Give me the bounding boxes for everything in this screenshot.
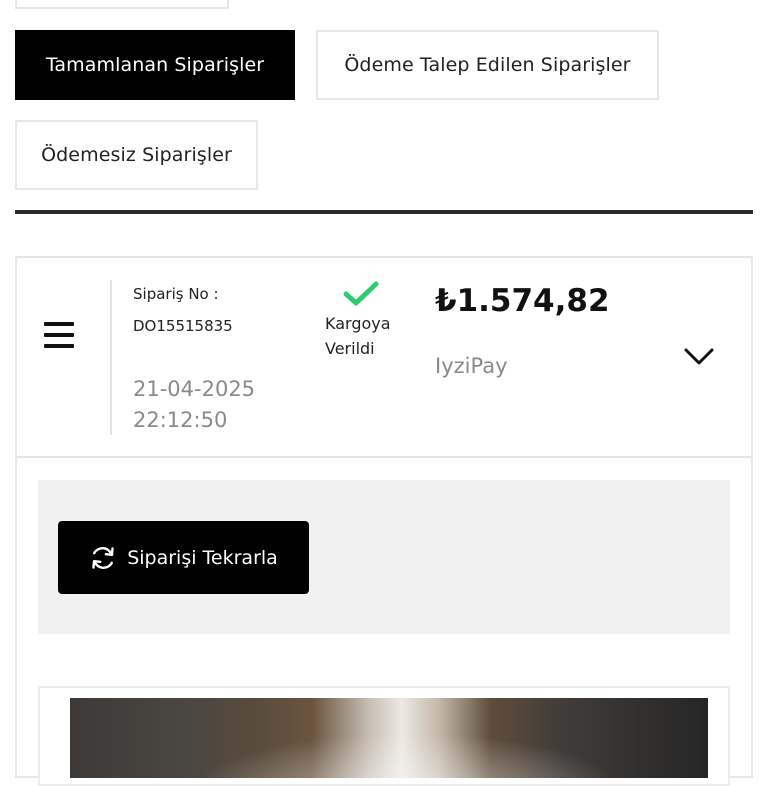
previous-tab-edge [15,0,229,9]
order-time: 22:12:50 [133,408,228,432]
tab-completed-orders-label: Tamamlanan Siparişler [45,54,265,76]
order-amount: ₺1.574,82 [435,283,610,319]
menu-icon[interactable] [44,322,74,348]
reorder-button[interactable]: Siparişi Tekrarla [58,521,309,594]
order-number-label: Sipariş No : [133,285,219,303]
order-datetime: 21-04-2025 22:12:50 [133,374,293,436]
order-card-separator [110,280,112,435]
tab-payment-requested-orders[interactable]: Ödeme Talep Edilen Siparişler [316,30,659,100]
tab-unpaid-orders[interactable]: Ödemesiz Siparişler [15,120,258,190]
reorder-button-label: Siparişi Tekrarla [127,546,278,569]
refresh-icon [92,546,114,569]
tab-unpaid-orders-label: Ödemesiz Siparişler [41,144,232,166]
order-status-line2: Verildi [325,339,375,358]
section-divider [15,210,753,214]
tab-payment-requested-orders-label: Ödeme Talep Edilen Siparişler [344,54,631,76]
check-icon [343,281,379,306]
order-status-line1: Kargoya [325,314,391,333]
tab-completed-orders[interactable]: Tamamlanan Siparişler [15,30,295,100]
product-image[interactable] [70,698,708,778]
order-number: DO15515835 [133,317,233,335]
chevron-down-icon[interactable] [682,344,716,368]
order-status: Kargoya Verildi [325,311,415,361]
payment-method: IyziPay [435,354,508,378]
order-date: 21-04-2025 [133,377,256,401]
